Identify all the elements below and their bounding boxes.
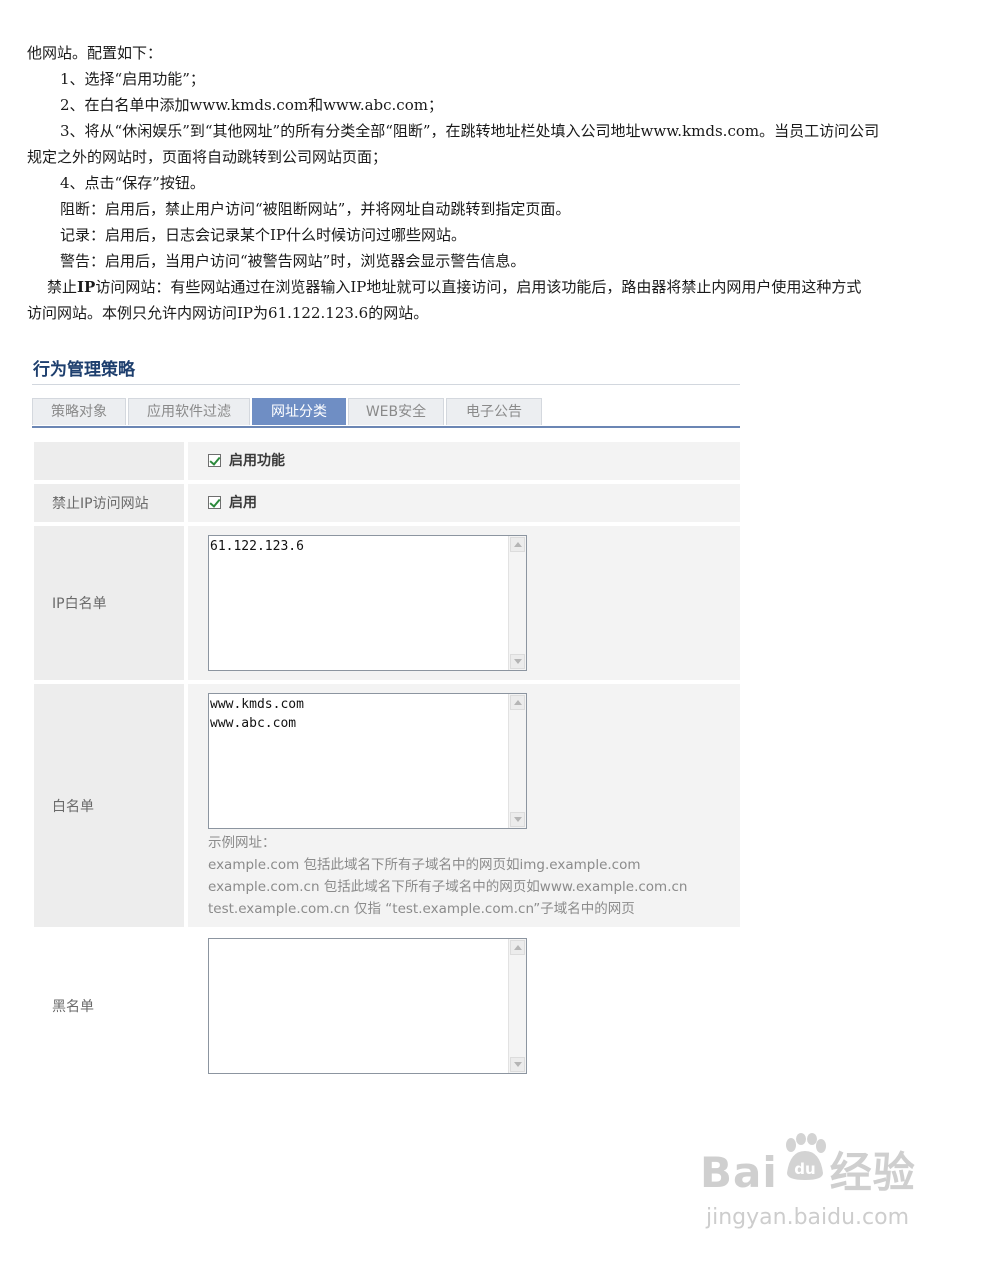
url-example-hint: 示例网址： example.com 包括此域名下所有子域名中的网页如img.ex… xyxy=(208,829,740,926)
row-ip-whitelist: IP白名单 61.122.123.6 xyxy=(32,526,740,680)
scrollbar[interactable] xyxy=(508,694,526,828)
baidu-jingyan-watermark: Bai 经验 du jingyan.baidu.com xyxy=(700,1133,940,1245)
hint-line: example.com.cn 包括此域名下所有子域名中的网页如www.examp… xyxy=(208,879,688,895)
blacklist-textarea[interactable] xyxy=(209,939,509,1073)
hint-title: 示例网址： xyxy=(208,835,276,851)
ban-ip-checkbox[interactable]: 启用 xyxy=(208,484,740,520)
enable-feature-checkbox[interactable]: 启用功能 xyxy=(208,442,740,478)
blacklist-label: 黑名单 xyxy=(34,931,184,1081)
tab-policy-object[interactable]: 策略对象 xyxy=(32,398,126,425)
row-value: 61.122.123.6 xyxy=(188,526,740,680)
row-value: 启用 xyxy=(188,484,740,522)
behavior-policy-panel: 行为管理策略 策略对象 应用软件过滤 网址分类 WEB安全 电子公告 启用功能 … xyxy=(32,356,740,1085)
hint-line: example.com 包括此域名下所有子域名中的网页如img.example.… xyxy=(208,857,641,873)
tab-app-filter[interactable]: 应用软件过滤 xyxy=(128,398,250,425)
text-line: 他网站。配置如下： xyxy=(27,44,163,62)
para-rest: 访问网站：有些网站通过在浏览器输入IP地址就可以直接访问，启用该功能后，路由器将… xyxy=(95,278,862,296)
row-blacklist: 黑名单 xyxy=(32,931,740,1081)
ban-ip-paragraph-cont: 访问网站。本例只允许内网访问IP为61.122.123.6的网站。 xyxy=(27,304,429,322)
scrollbar[interactable] xyxy=(508,536,526,670)
step-3-cont: 规定之外的网站时，页面将自动跳转到公司网站页面； xyxy=(27,148,388,166)
watermark-url: jingyan.baidu.com xyxy=(706,1205,910,1230)
ban-ip-label: 禁止IP访问网站 xyxy=(34,484,184,522)
whitelist-field: www.kmds.com www.abc.com xyxy=(208,693,527,829)
scroll-up-icon[interactable] xyxy=(510,695,525,710)
scrollbar[interactable] xyxy=(508,939,526,1073)
tab-bulletin[interactable]: 电子公告 xyxy=(446,398,542,425)
checkbox-checked-icon xyxy=(208,495,221,509)
panel-title: 行为管理策略 xyxy=(32,356,740,385)
watermark-brand-suffix: 经验 xyxy=(829,1148,916,1197)
note-warn: 警告：启用后，当用户访问“被警告网站”时，浏览器会显示警告信息。 xyxy=(60,252,526,270)
blacklist-field xyxy=(208,938,527,1074)
step-1: 1、选择“启用功能”； xyxy=(60,70,205,88)
form-rows: 启用功能 禁止IP访问网站 启用 IP白名单 61.122.123.6 白名单 … xyxy=(32,442,740,1081)
tab-url-category[interactable]: 网址分类 xyxy=(252,398,346,425)
step-2: 2、在白名单中添加www.kmds.com和www.abc.com； xyxy=(60,96,443,114)
scroll-down-icon[interactable] xyxy=(510,654,525,669)
row-ban-ip: 禁止IP访问网站 启用 xyxy=(32,484,740,522)
scroll-up-icon[interactable] xyxy=(510,537,525,552)
hint-line: test.example.com.cn 仅指 “test.example.com… xyxy=(208,901,635,917)
para-bold: IP xyxy=(77,278,96,296)
row-value: www.kmds.com www.abc.com 示例网址： example.c… xyxy=(188,684,740,927)
row-value: 启用功能 xyxy=(188,442,740,480)
article-text: 他网站。配置如下： 1、选择“启用功能”； 2、在白名单中添加www.kmds.… xyxy=(27,40,967,326)
row-whitelist: 白名单 www.kmds.com www.abc.com 示例网址： examp… xyxy=(32,684,740,927)
ip-whitelist-textarea[interactable]: 61.122.123.6 xyxy=(209,536,509,670)
scroll-down-icon[interactable] xyxy=(510,812,525,827)
ban-ip-check-label: 启用 xyxy=(229,495,257,511)
enable-feature-label: 启用功能 xyxy=(229,453,285,469)
row-label-empty xyxy=(34,442,184,480)
checkbox-checked-icon xyxy=(208,453,221,467)
scroll-down-icon[interactable] xyxy=(510,1057,525,1072)
ban-ip-paragraph: 禁止IP访问网站：有些网站通过在浏览器输入IP地址就可以直接访问，启用该功能后，… xyxy=(27,274,967,300)
note-log: 记录：启用后，日志会记录某个IP什么时候访问过哪些网站。 xyxy=(60,226,467,244)
tab-bar: 策略对象 应用软件过滤 网址分类 WEB安全 电子公告 xyxy=(32,398,740,428)
para-prefix: 禁止 xyxy=(47,278,78,296)
step-4: 4、点击“保存”按钮。 xyxy=(60,174,205,192)
paw-text: du xyxy=(794,1160,815,1178)
whitelist-textarea[interactable]: www.kmds.com www.abc.com xyxy=(209,694,509,828)
step-3: 3、将从“休闲娱乐”到“其他网址”的所有分类全部“阻断”，在跳转地址栏处填入公司… xyxy=(60,122,880,140)
ip-whitelist-field: 61.122.123.6 xyxy=(208,535,527,671)
paw-logo-icon: du xyxy=(786,1133,826,1180)
row-enable-feature: 启用功能 xyxy=(32,442,740,480)
whitelist-label: 白名单 xyxy=(34,684,184,927)
watermark-brand-prefix: Bai xyxy=(700,1148,778,1197)
row-value xyxy=(188,931,740,1081)
scroll-up-icon[interactable] xyxy=(510,940,525,955)
note-block: 阻断：启用后，禁止用户访问“被阻断网站”，并将网址自动跳转到指定页面。 xyxy=(60,200,571,218)
ip-whitelist-label: IP白名单 xyxy=(34,526,184,680)
tab-web-security[interactable]: WEB安全 xyxy=(348,398,444,425)
